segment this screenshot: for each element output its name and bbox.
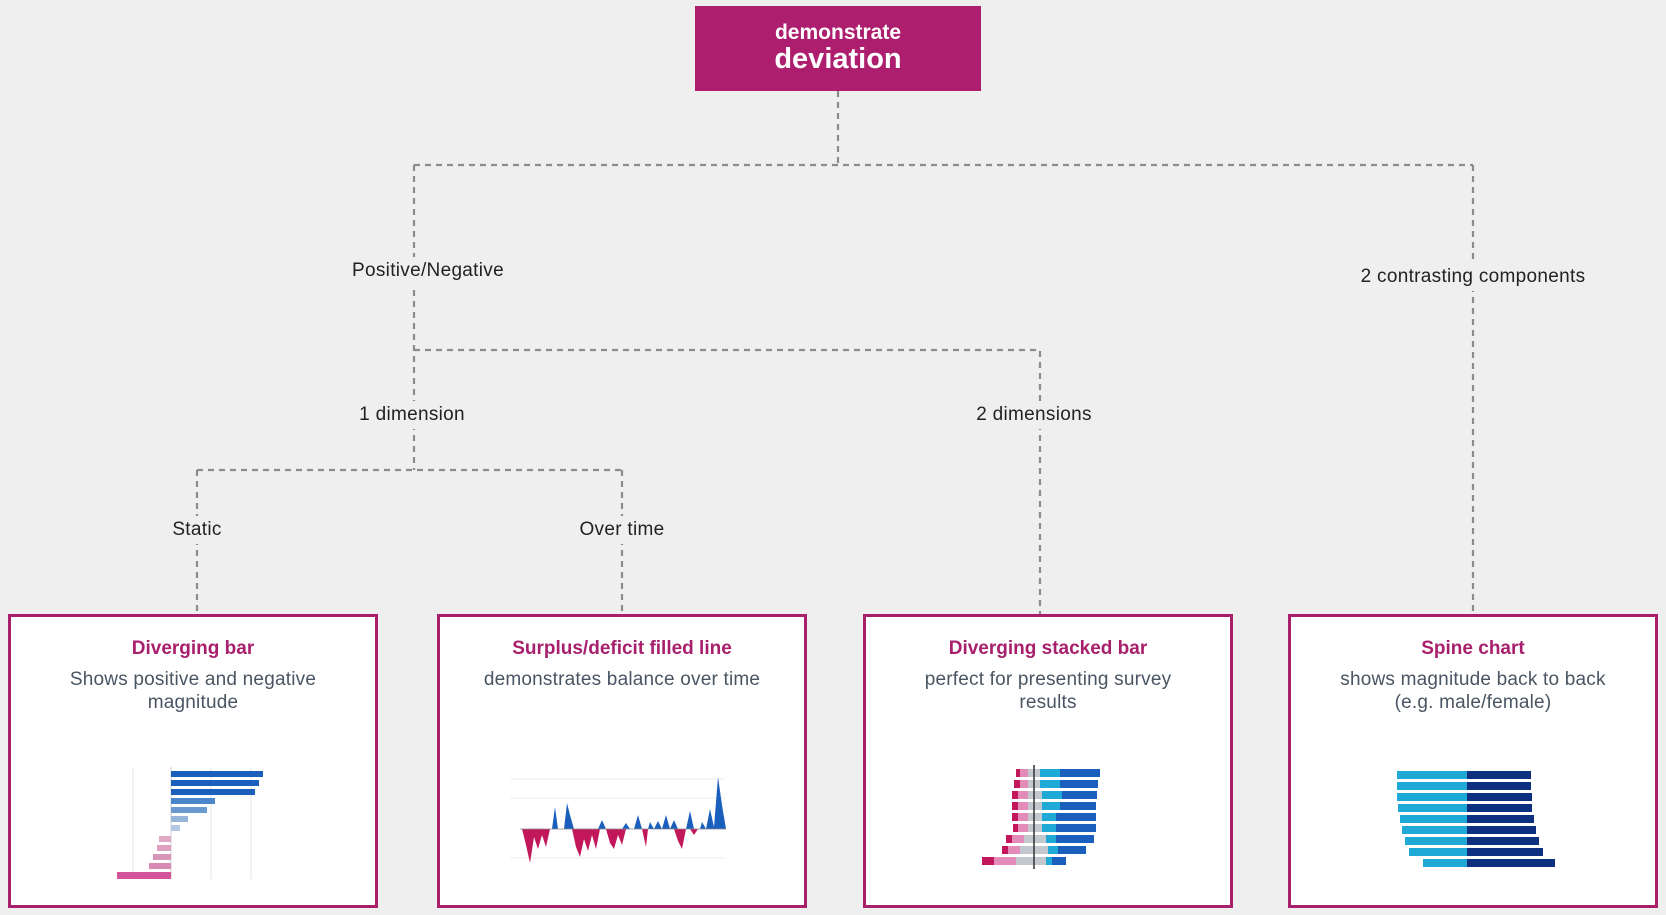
card-diverging-stacked-bar: Diverging stacked bar perfect for presen… [863, 614, 1233, 908]
label-positive-negative: Positive/Negative [344, 257, 512, 285]
card-description: shows magnitude back to back (e.g. male/… [1340, 669, 1606, 713]
diverging-bar-thumbnail [117, 767, 263, 879]
card-description: demonstrates balance over time [483, 669, 761, 690]
card-title: Spine chart [1421, 638, 1525, 659]
card-surplus-deficit-line: Surplus/deficit filled line demonstrates… [437, 614, 807, 908]
diverging-stacked-bar-thumbnail [982, 765, 1100, 869]
root-node: demonstrate deviation [695, 6, 981, 91]
label-static: Static [164, 516, 230, 544]
surplus-deficit-thumbnail [510, 777, 726, 863]
card-title: Diverging stacked bar [948, 638, 1148, 659]
spine-chart-thumbnail [1397, 771, 1555, 867]
card-title: Surplus/deficit filled line [512, 638, 732, 659]
label-one-dimension: 1 dimension [351, 401, 473, 429]
root-title-line2: deviation [774, 43, 902, 75]
card-description: Shows positive and negative magnitude [69, 669, 317, 713]
root-title-line1: demonstrate [774, 21, 902, 44]
card-description: perfect for presenting survey results [924, 669, 1172, 713]
label-over-time: Over time [571, 516, 673, 544]
label-two-dimensions: 2 dimensions [968, 401, 1100, 429]
label-contrasting-components: 2 contrasting components [1352, 263, 1594, 291]
card-spine-chart: Spine chart shows magnitude back to back… [1288, 614, 1658, 908]
card-diverging-bar: Diverging bar Shows positive and negativ… [8, 614, 378, 908]
card-title: Diverging bar [131, 638, 255, 659]
